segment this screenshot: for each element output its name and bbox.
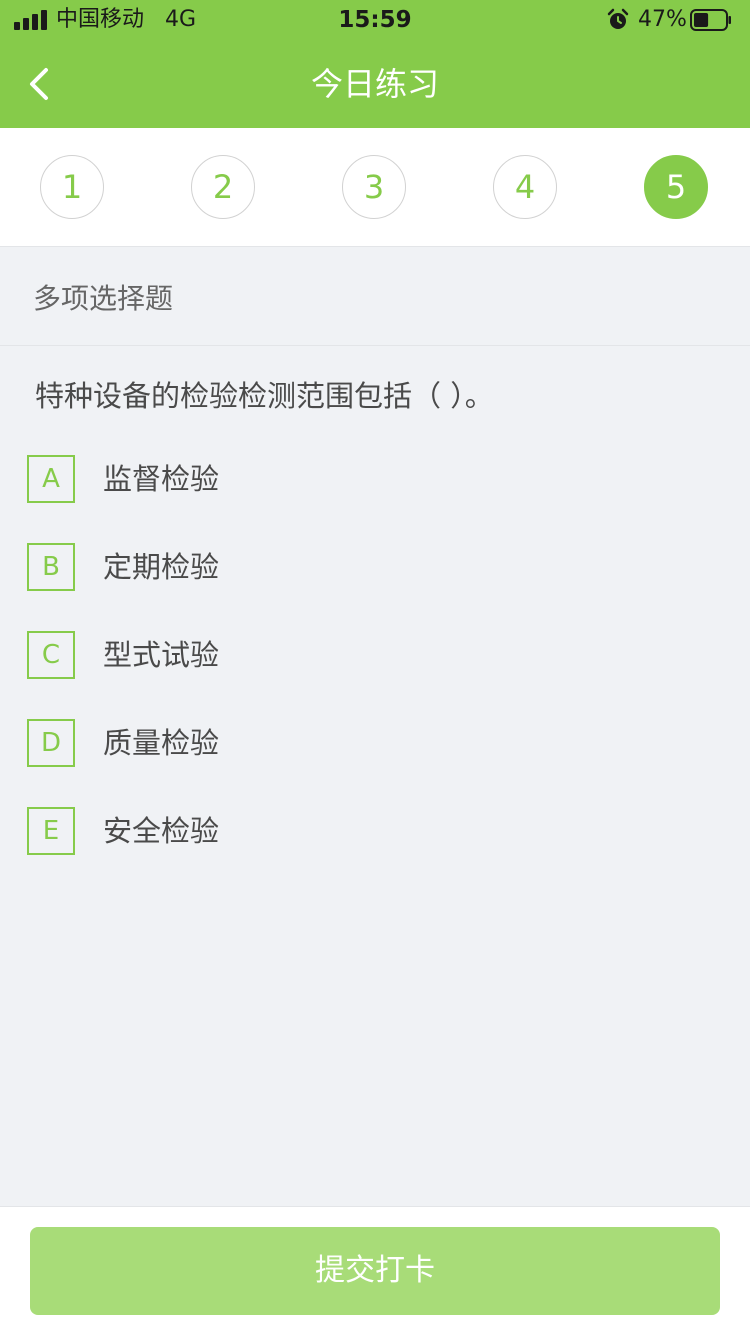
section-header: 多项选择题 — [0, 247, 750, 346]
battery-icon — [690, 9, 731, 31]
option-e-label: 安全检验 — [103, 814, 220, 848]
step-4-button[interactable]: 4 — [493, 155, 557, 219]
option-a-label: 监督检验 — [103, 462, 220, 496]
option-b[interactable]: B 定期检验 — [27, 543, 447, 591]
option-d-label: 质量检验 — [103, 726, 220, 760]
step-5-button[interactable]: 5 — [644, 155, 708, 219]
question-step-nav: 1 2 3 4 5 — [0, 128, 750, 247]
option-c-checkbox[interactable]: C — [27, 631, 75, 679]
page-title: 今日练习 — [310, 65, 439, 103]
option-a[interactable]: A 监督检验 — [27, 455, 447, 503]
option-c[interactable]: C 型式试验 — [27, 631, 447, 679]
option-c-label: 型式试验 — [103, 638, 220, 672]
question-text: 特种设备的检验检测范围包括（ ）。 — [35, 379, 494, 413]
submit-checkin-button[interactable]: 提交打卡 — [30, 1227, 720, 1315]
nav-bar: 今日练习 — [0, 40, 750, 128]
option-e[interactable]: E 安全检验 — [27, 807, 447, 855]
app-header: 中国移动 4G 15:59 47% 今日练习 — [0, 0, 750, 128]
bottom-bar: 提交打卡 — [0, 1206, 750, 1335]
question-type-label: 多项选择题 — [33, 282, 174, 315]
option-b-checkbox[interactable]: B — [27, 543, 75, 591]
step-3-button[interactable]: 3 — [342, 155, 406, 219]
option-e-checkbox[interactable]: E — [27, 807, 75, 855]
step-2-button[interactable]: 2 — [191, 155, 255, 219]
status-bar: 中国移动 4G 15:59 47% — [0, 0, 750, 40]
option-d[interactable]: D 质量检验 — [27, 719, 447, 767]
battery-percent: 47% — [638, 7, 687, 32]
step-1-button[interactable]: 1 — [40, 155, 104, 219]
option-b-label: 定期检验 — [103, 550, 220, 584]
option-d-checkbox[interactable]: D — [27, 719, 75, 767]
alarm-icon — [607, 8, 629, 29]
option-a-checkbox[interactable]: A — [27, 455, 75, 503]
